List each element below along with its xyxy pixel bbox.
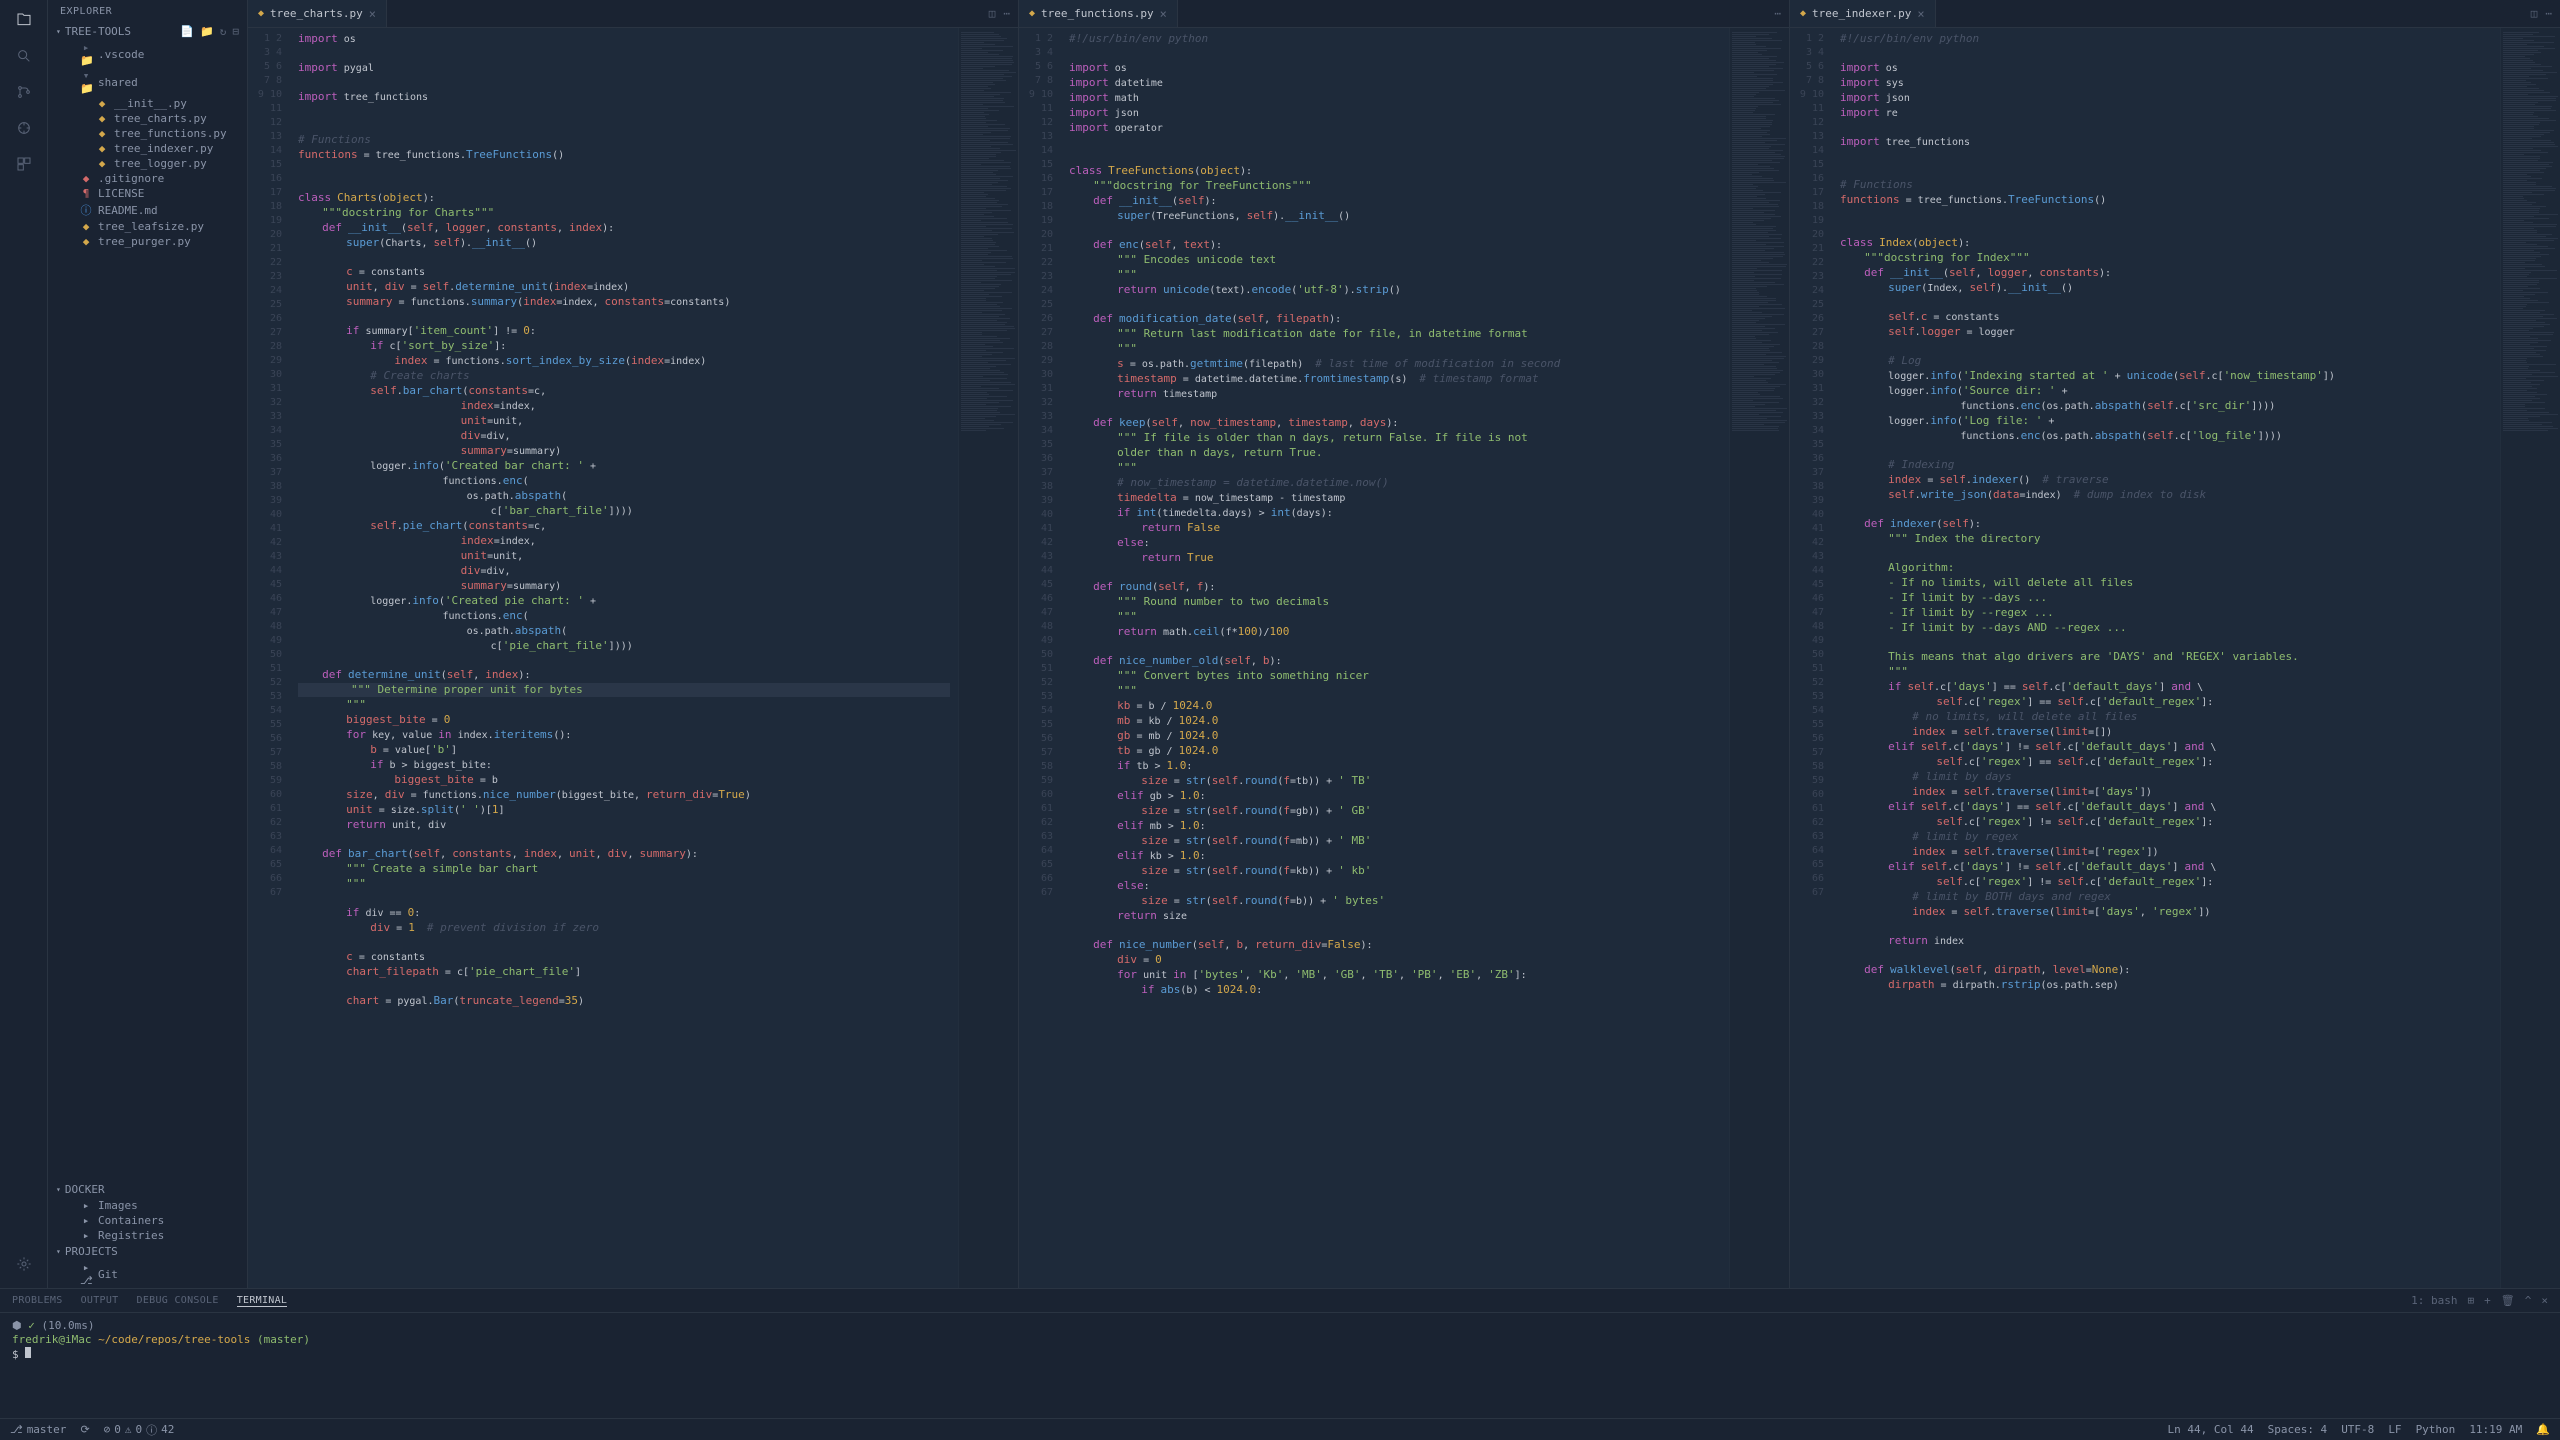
tab-bar-3: ◆tree_indexer.py× ◫ ⋯ bbox=[1790, 0, 2560, 28]
panel: PROBLEMS OUTPUT DEBUG CONSOLE TERMINAL 1… bbox=[0, 1288, 2560, 1418]
search-icon[interactable] bbox=[12, 44, 36, 68]
projects-section[interactable]: ▾ PROJECTS bbox=[48, 1243, 247, 1260]
status-time: 11:19 AM bbox=[2469, 1423, 2522, 1436]
terminal-shell-select[interactable]: 1: bash bbox=[2411, 1294, 2457, 1307]
status-encoding[interactable]: UTF-8 bbox=[2341, 1423, 2374, 1436]
panel-tab-output[interactable]: OUTPUT bbox=[81, 1295, 119, 1306]
line-numbers: 1 2 3 4 5 6 7 8 9 10 11 12 13 14 15 16 1… bbox=[1790, 28, 1832, 1288]
explorer-icon[interactable] bbox=[12, 8, 36, 32]
docker-registries[interactable]: ▸Registries bbox=[56, 1228, 247, 1243]
split-icon[interactable]: ◫ bbox=[2531, 7, 2538, 20]
file-indexer[interactable]: ◆tree_indexer.py bbox=[56, 141, 247, 156]
status-problems[interactable]: ⊘0 ⚠0 ⓘ42 bbox=[104, 1422, 175, 1438]
chevron-down-icon: ▾ bbox=[56, 1247, 61, 1256]
workspace-section[interactable]: ▾ TREE-TOOLS 📄 📁 ↻ ⊟ bbox=[48, 23, 247, 40]
status-branch[interactable]: ⎇master bbox=[10, 1423, 66, 1436]
editor-group-3: ◆tree_indexer.py× ◫ ⋯ 1 2 3 4 5 6 7 8 9 1… bbox=[1790, 0, 2560, 1288]
settings-icon[interactable] bbox=[12, 1252, 36, 1276]
error-icon: ⊘ bbox=[104, 1423, 111, 1436]
status-lncol[interactable]: Ln 44, Col 44 bbox=[2167, 1423, 2253, 1436]
folder-shared[interactable]: ▾ 📁shared bbox=[56, 68, 247, 96]
chevron-down-icon: ▾ bbox=[56, 27, 61, 36]
tab-indexer[interactable]: ◆tree_indexer.py× bbox=[1790, 0, 1936, 27]
line-numbers: 1 2 3 4 5 6 7 8 9 10 11 12 13 14 15 16 1… bbox=[1019, 28, 1061, 1288]
close-icon[interactable]: × bbox=[369, 7, 376, 21]
status-lang[interactable]: Python bbox=[2416, 1423, 2456, 1436]
code-editor-1[interactable]: import os import pygal import tree_funct… bbox=[290, 28, 958, 1288]
extensions-icon[interactable] bbox=[12, 152, 36, 176]
sync-icon: ⟳ bbox=[80, 1423, 89, 1436]
more-icon[interactable]: ⋯ bbox=[1003, 7, 1010, 20]
panel-tab-debug[interactable]: DEBUG CONSOLE bbox=[137, 1295, 219, 1306]
code-editor-2[interactable]: #!/usr/bin/env python import os import d… bbox=[1061, 28, 1729, 1288]
file-license[interactable]: ¶LICENSE bbox=[56, 186, 247, 201]
panel-tab-problems[interactable]: PROBLEMS bbox=[12, 1295, 63, 1306]
split-icon[interactable]: ◫ bbox=[989, 7, 996, 20]
source-control-icon[interactable] bbox=[12, 80, 36, 104]
panel-tab-terminal[interactable]: TERMINAL bbox=[237, 1295, 288, 1307]
sidebar: EXPLORER ▾ TREE-TOOLS 📄 📁 ↻ ⊟ ▸ 📁.vscode… bbox=[48, 0, 248, 1288]
debug-icon[interactable] bbox=[12, 116, 36, 140]
collapse-icon[interactable]: ⊟ bbox=[232, 25, 239, 38]
tab-bar-2: ◆tree_functions.py× ⋯ bbox=[1019, 0, 1789, 28]
new-folder-icon[interactable]: 📁 bbox=[200, 25, 214, 38]
more-icon[interactable]: ⋯ bbox=[2545, 7, 2552, 20]
tab-charts[interactable]: ◆tree_charts.py× bbox=[248, 0, 387, 27]
file-charts[interactable]: ◆tree_charts.py bbox=[56, 111, 247, 126]
docker-section[interactable]: ▾ DOCKER bbox=[48, 1181, 247, 1198]
status-bar: ⎇master ⟳ ⊘0 ⚠0 ⓘ42 Ln 44, Col 44 Spaces… bbox=[0, 1418, 2560, 1440]
minimap-1[interactable] bbox=[958, 28, 1018, 1288]
file-functions[interactable]: ◆tree_functions.py bbox=[56, 126, 247, 141]
tab-functions[interactable]: ◆tree_functions.py× bbox=[1019, 0, 1178, 27]
file-readme[interactable]: ⓘREADME.md bbox=[56, 201, 247, 219]
file-tree: ▸ 📁.vscode ▾ 📁shared ◆__init__.py ◆tree_… bbox=[48, 40, 247, 249]
new-file-icon[interactable]: 📄 bbox=[180, 25, 194, 38]
git-branch-icon: ⎇ bbox=[10, 1423, 23, 1436]
refresh-icon[interactable]: ↻ bbox=[220, 25, 227, 38]
status-spaces[interactable]: Spaces: 4 bbox=[2268, 1423, 2328, 1436]
status-notifications[interactable]: 🔔 bbox=[2536, 1423, 2550, 1436]
file-gitignore[interactable]: ◆.gitignore bbox=[56, 171, 247, 186]
line-numbers: 1 2 3 4 5 6 7 8 9 10 11 12 13 14 15 16 1… bbox=[248, 28, 290, 1288]
docker-containers[interactable]: ▸Containers bbox=[56, 1213, 247, 1228]
more-icon[interactable]: ⋯ bbox=[1774, 7, 1781, 20]
file-purger[interactable]: ◆tree_purger.py bbox=[56, 234, 247, 249]
editor-area: ◆tree_charts.py× ◫ ⋯ 1 2 3 4 5 6 7 8 9 10… bbox=[248, 0, 2560, 1288]
terminal-kill-icon[interactable]: 🗑 bbox=[2501, 1294, 2515, 1307]
terminal-content[interactable]: ⬢ ✓ (10.0ms) fredrik@iMac ~/code/repos/t… bbox=[0, 1313, 2560, 1418]
terminal-split-icon[interactable]: ⊞ bbox=[2468, 1294, 2475, 1307]
status-sync[interactable]: ⟳ bbox=[80, 1423, 89, 1436]
section-actions: 📄 📁 ↻ ⊟ bbox=[180, 25, 239, 38]
editor-group-1: ◆tree_charts.py× ◫ ⋯ 1 2 3 4 5 6 7 8 9 10… bbox=[248, 0, 1019, 1288]
minimap-3[interactable] bbox=[2500, 28, 2560, 1288]
chevron-down-icon: ▾ bbox=[56, 1185, 61, 1194]
folder-vscode[interactable]: ▸ 📁.vscode bbox=[56, 40, 247, 68]
tab-bar-1: ◆tree_charts.py× ◫ ⋯ bbox=[248, 0, 1018, 28]
terminal-maximize-icon[interactable]: ^ bbox=[2525, 1294, 2532, 1307]
file-init[interactable]: ◆__init__.py bbox=[56, 96, 247, 111]
file-logger[interactable]: ◆tree_logger.py bbox=[56, 156, 247, 171]
minimap-2[interactable] bbox=[1729, 28, 1789, 1288]
sidebar-title: EXPLORER bbox=[48, 0, 247, 23]
terminal-close-icon[interactable]: × bbox=[2541, 1294, 2548, 1307]
close-icon[interactable]: × bbox=[1160, 7, 1167, 21]
info-icon: ⓘ bbox=[146, 1422, 157, 1438]
projects-git[interactable]: ▸ ⎇Git bbox=[56, 1260, 247, 1288]
warning-icon: ⚠ bbox=[125, 1423, 132, 1436]
docker-images[interactable]: ▸Images bbox=[56, 1198, 247, 1213]
close-icon[interactable]: × bbox=[1917, 7, 1924, 21]
editor-group-2: ◆tree_functions.py× ⋯ 1 2 3 4 5 6 7 8 9 … bbox=[1019, 0, 1790, 1288]
activity-bar bbox=[0, 0, 48, 1288]
status-eol[interactable]: LF bbox=[2388, 1423, 2401, 1436]
code-editor-3[interactable]: #!/usr/bin/env python import os import s… bbox=[1832, 28, 2500, 1288]
file-leafsize[interactable]: ◆tree_leafsize.py bbox=[56, 219, 247, 234]
panel-tabs: PROBLEMS OUTPUT DEBUG CONSOLE TERMINAL 1… bbox=[0, 1289, 2560, 1313]
terminal-new-icon[interactable]: + bbox=[2484, 1294, 2491, 1307]
